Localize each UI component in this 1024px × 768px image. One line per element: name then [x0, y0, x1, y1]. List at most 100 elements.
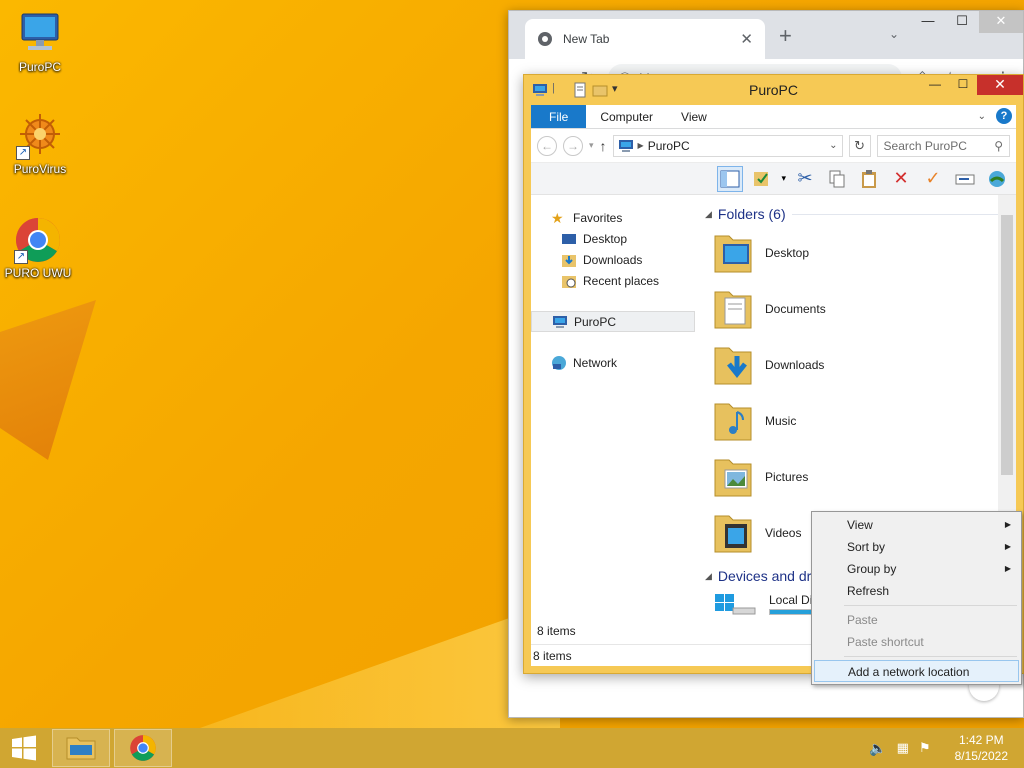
minimize-icon[interactable]: —: [911, 11, 945, 33]
collapse-icon: ◢: [705, 570, 712, 581]
maximize-icon[interactable]: ☐: [949, 75, 977, 95]
folder-item-documents[interactable]: Documents: [705, 281, 1016, 337]
tab-view[interactable]: View: [667, 105, 721, 128]
close-tab-icon[interactable]: ✕: [740, 30, 753, 48]
shortcut-arrow-icon: ↗: [14, 250, 28, 264]
tab-computer[interactable]: Computer: [586, 105, 667, 128]
group-title: Folders (6): [717, 206, 786, 222]
system-tray: 🔈 ▦ ⚑ 1:42 PM 8/15/2022: [869, 728, 1024, 768]
close-icon[interactable]: ✕: [979, 11, 1023, 33]
menu-item-sort-by[interactable]: Sort by ▶: [814, 536, 1019, 558]
taskbar-chrome[interactable]: [114, 729, 172, 767]
help-icon[interactable]: ?: [996, 108, 1012, 124]
nav-label: Downloads: [583, 252, 643, 267]
forward-icon[interactable]: →: [563, 135, 583, 156]
folder-item-music[interactable]: Music: [705, 393, 1016, 449]
nav-recent-places[interactable]: Recent places: [531, 270, 695, 291]
folder-item-desktop[interactable]: Desktop: [705, 225, 1016, 281]
customize-quick-access-icon[interactable]: ▾: [612, 82, 628, 98]
downloads-folder-icon: [714, 347, 752, 385]
refresh-icon[interactable]: ↻: [848, 134, 871, 157]
maximize-icon[interactable]: ☐: [945, 11, 979, 33]
start-button[interactable]: [0, 728, 48, 768]
menu-item-view[interactable]: View ▶: [814, 514, 1019, 536]
expand-ribbon-icon[interactable]: ⌄: [978, 111, 986, 122]
recent-locations-icon[interactable]: ▾: [589, 140, 594, 151]
copy-icon[interactable]: [824, 166, 850, 192]
documents-folder-icon: [714, 291, 752, 329]
menu-item-add-network-location[interactable]: Add a network location: [814, 660, 1019, 682]
navigation-pane: ★ Favorites Desktop Downloads Recent pla…: [531, 195, 695, 620]
collapse-icon: ◢: [705, 208, 712, 219]
network-globe-icon[interactable]: [984, 166, 1010, 192]
address-row: ← → ▾ ↑ ▶ PuroPC ⌄ ↻ Search PuroPC ⚲: [531, 129, 1016, 163]
chrome-icon: ↗: [14, 216, 62, 264]
up-icon[interactable]: ↑: [600, 138, 607, 154]
back-icon[interactable]: ←: [537, 135, 557, 156]
recent-places-icon: [562, 275, 576, 288]
nav-downloads[interactable]: Downloads: [531, 249, 695, 270]
desktop-icon-label: PURO UWU: [4, 266, 72, 280]
tab-file[interactable]: File: [531, 105, 587, 128]
desktop-icon-purovirus[interactable]: ↗ PuroVirus: [2, 112, 78, 176]
cut-icon[interactable]: ✂: [792, 166, 818, 192]
properties-icon[interactable]: [572, 82, 588, 98]
chrome-tab-icon: [538, 32, 552, 46]
submenu-arrow-icon: ▶: [1004, 542, 1011, 551]
explorer-titlebar: | ▾ PuroPC — ☐ ✕: [524, 75, 1023, 105]
address-dropdown-icon[interactable]: ⌄: [829, 140, 837, 151]
windows-drive-icon: [715, 594, 756, 615]
rename-icon[interactable]: [952, 166, 978, 192]
new-folder-icon[interactable]: [592, 82, 608, 98]
volume-muted-icon[interactable]: 🔈: [869, 740, 886, 757]
virus-icon: ↗: [16, 112, 64, 160]
paste-icon[interactable]: [856, 166, 882, 192]
explorer-window-controls: — ☐ ✕: [921, 75, 1023, 95]
taskbar-file-explorer[interactable]: [52, 729, 110, 767]
ribbon-tabs: File Computer View ⌄ ?: [531, 105, 1016, 129]
folder-label: Pictures: [765, 470, 809, 484]
desktop-icon-this-pc[interactable]: PuroPC: [2, 10, 78, 74]
minimize-icon[interactable]: —: [921, 75, 949, 95]
folder-item-downloads[interactable]: Downloads: [705, 337, 1016, 393]
menu-item-paste[interactable]: Paste: [814, 609, 1019, 631]
star-icon: ★: [551, 209, 564, 226]
menu-item-paste-shortcut[interactable]: Paste shortcut: [814, 631, 1019, 653]
menu-separator: [844, 605, 1017, 606]
folder-item-pictures[interactable]: Pictures: [705, 449, 1016, 505]
clock[interactable]: 1:42 PM 8/15/2022: [955, 732, 1008, 764]
taskbar: 🔈 ▦ ⚑ 1:42 PM 8/15/2022: [0, 728, 1024, 768]
properties-check-icon[interactable]: [749, 166, 775, 192]
network-status-icon[interactable]: ▦: [897, 740, 909, 756]
nav-desktop[interactable]: Desktop: [531, 228, 695, 249]
desktop-icon-chrome[interactable]: ↗ PURO UWU: [0, 216, 76, 280]
videos-folder-icon: [714, 515, 752, 553]
chrome-tabstrip: New Tab ✕ + ⌄ — ☐ ✕: [509, 11, 1023, 59]
address-bar[interactable]: ▶ PuroPC ⌄: [612, 134, 843, 157]
pane-layout-icon[interactable]: [717, 165, 744, 192]
wallpaper-shard: [0, 300, 96, 460]
menu-item-refresh[interactable]: Refresh: [814, 580, 1019, 602]
scrollbar-thumb[interactable]: [1001, 215, 1013, 475]
nav-favorites[interactable]: ★ Favorites: [531, 207, 695, 228]
dropdown-icon[interactable]: ▾: [781, 173, 786, 184]
status-item-count-bottom: 8 items: [533, 648, 572, 663]
file-explorer-icon: [66, 737, 96, 760]
rename-check-icon[interactable]: ✓: [920, 166, 946, 192]
new-tab-button[interactable]: +: [779, 23, 792, 49]
group-folders[interactable]: ◢ Folders (6): [705, 203, 1016, 225]
menu-item-group-by[interactable]: Group by ▶: [814, 558, 1019, 580]
folder-label: Documents: [765, 302, 826, 316]
delete-icon[interactable]: ✕: [888, 166, 914, 192]
breadcrumb-separator-icon: ▶: [637, 141, 644, 150]
search-input[interactable]: Search PuroPC ⚲: [876, 134, 1010, 157]
close-icon[interactable]: ✕: [977, 75, 1023, 95]
nav-this-pc[interactable]: PuroPC: [531, 311, 695, 332]
chrome-tab[interactable]: New Tab ✕: [525, 19, 765, 59]
nav-network[interactable]: Network: [531, 352, 695, 373]
action-center-icon[interactable]: ⚑: [919, 740, 931, 756]
nav-label: Network: [573, 355, 618, 370]
windows-logo-icon: [12, 735, 36, 761]
tab-search-icon[interactable]: ⌄: [889, 27, 899, 41]
downloads-icon: [562, 254, 576, 267]
